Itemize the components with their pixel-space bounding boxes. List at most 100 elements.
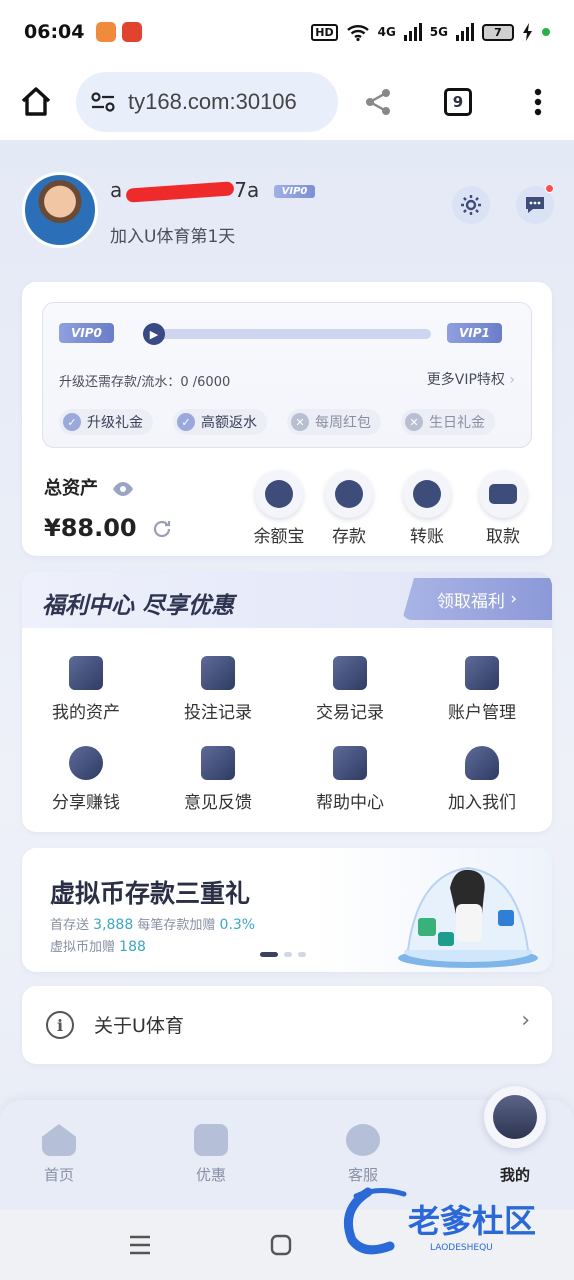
promo-value: 3,888 — [93, 917, 134, 933]
action-yuebao[interactable]: 余额宝 — [244, 470, 314, 547]
action-label: 取款 — [486, 527, 520, 547]
menu-label: 账户管理 — [448, 703, 516, 723]
carousel-dot[interactable] — [298, 952, 306, 957]
tab-label: 我的 — [499, 1166, 530, 1184]
perk-rebate[interactable]: ✓ 高额返水 — [173, 409, 267, 435]
menu-help-center[interactable]: 帮助中心 — [290, 746, 410, 813]
chat-icon — [526, 197, 544, 213]
chevron-right-icon: › — [509, 372, 515, 388]
more-menu-icon[interactable] — [534, 88, 542, 116]
status-time: 06:04 — [24, 21, 85, 43]
menu-label: 加入我们 — [448, 793, 516, 813]
menu-share-earn[interactable]: 分享赚钱 — [26, 746, 146, 813]
profile-header: a 7a VIP0 加入U体育第1天 — [22, 172, 554, 252]
messages-button[interactable] — [516, 184, 554, 224]
action-transfer[interactable]: 转账 — [392, 470, 462, 547]
perk-weekly-redpacket[interactable]: ✕ 每周红包 — [287, 409, 381, 435]
carousel-dot-active[interactable] — [260, 952, 278, 957]
promo-line-2: 虚拟币加赠 188 — [50, 936, 146, 955]
share-icon[interactable] — [362, 86, 394, 118]
eye-icon[interactable] — [112, 481, 134, 497]
edit-icon — [201, 746, 235, 780]
more-vip-label[interactable]: 更多VIP特权 — [427, 372, 505, 388]
help-book-icon — [333, 746, 367, 780]
balance-amount: ¥88.00 — [44, 514, 137, 542]
coins-icon — [255, 470, 303, 518]
about-row[interactable]: i 关于U体育 › — [22, 986, 552, 1064]
menu-join-us[interactable]: 加入我们 — [422, 746, 542, 813]
menu-bet-records[interactable]: 投注记录 — [158, 656, 278, 723]
site-settings-icon[interactable] — [90, 91, 116, 113]
promo-banner[interactable]: 虚拟币存款三重礼 首存送 3,888 每笔存款加赠 0.3% 虚拟币加赠 188 — [22, 848, 552, 972]
cross-icon: ✕ — [405, 413, 423, 431]
status-indicators: HD 4G 5G 7 — [311, 23, 550, 41]
menu-my-assets[interactable]: 我的资产 — [26, 656, 146, 723]
wallet-icon — [69, 656, 103, 690]
gear-icon — [461, 195, 481, 215]
claim-label[interactable]: 领取福利 — [437, 587, 505, 612]
settings-button[interactable] — [452, 186, 490, 224]
menu-label: 交易记录 — [316, 703, 384, 723]
carousel-indicator — [260, 952, 306, 957]
more-vip-link[interactable]: 更多VIP特权 › — [427, 369, 515, 389]
menu-account-management[interactable]: 账户管理 — [422, 656, 542, 723]
recent-apps-icon[interactable] — [128, 1234, 152, 1256]
vip-perks: ✓ 升级礼金 ✓ 高额返水 ✕ 每周红包 ✕ 生日礼金 — [59, 409, 495, 435]
action-label: 转账 — [410, 527, 444, 547]
coupon-icon — [194, 1124, 228, 1156]
welfare-center-card: 福利中心 尽享优惠 领取福利 › 我的资产 投注记录 交易记录 账户管理 分享赚… — [22, 572, 552, 832]
tab-switcher-button[interactable]: 9 — [444, 88, 472, 116]
profile-tab-bubble[interactable] — [484, 1086, 546, 1148]
avatar[interactable] — [22, 172, 98, 248]
tab-home[interactable]: 首页 — [14, 1124, 104, 1185]
action-withdraw[interactable]: 取款 — [468, 470, 538, 547]
redaction-mark — [125, 180, 235, 203]
charging-icon — [523, 23, 532, 41]
watermark-text: 老爹杜区 — [408, 1202, 536, 1240]
promo-line-1: 首存送 3,888 每笔存款加赠 0.3% — [50, 914, 255, 933]
action-label: 余额宝 — [253, 527, 305, 547]
notification-dot — [545, 184, 554, 193]
home-nav-icon[interactable] — [270, 1234, 292, 1256]
vip-progress-panel: VIP0 ▶ VIP1 升级还需存款/流水：0 /6000 更多VIP特权 › … — [42, 302, 532, 448]
menu-label: 我的资产 — [52, 703, 120, 723]
promo-text: 虚拟币加赠 — [50, 940, 116, 955]
action-label: 存款 — [332, 527, 366, 547]
perk-birthday-bonus[interactable]: ✕ 生日礼金 — [401, 409, 495, 435]
chevron-right-icon: › — [510, 589, 518, 609]
menu-label: 投注记录 — [184, 703, 252, 723]
promo-text: 首存送 — [50, 918, 90, 933]
promo-illustration — [398, 866, 538, 968]
transfer-icon — [403, 470, 451, 518]
menu-transaction-records[interactable]: 交易记录 — [290, 656, 410, 723]
perk-label: 生日礼金 — [429, 415, 485, 431]
status-bar: 06:04 HD 4G 5G 7 — [0, 0, 574, 64]
hd-indicator: HD — [311, 23, 338, 41]
perk-label: 高额返水 — [201, 415, 257, 431]
video-app-icon — [122, 22, 143, 42]
url-text[interactable]: ty168.com:30106 — [128, 89, 297, 115]
cross-icon: ✕ — [291, 413, 309, 431]
refresh-icon[interactable] — [151, 518, 173, 540]
promo-value: 188 — [119, 939, 146, 955]
menu-label: 分享赚钱 — [52, 793, 120, 813]
vip-next-tag: VIP1 — [447, 323, 502, 343]
home-icon[interactable] — [18, 84, 54, 120]
total-assets-label: 总资产 — [44, 474, 134, 500]
watermark-subtext: LAODESHEQU — [430, 1243, 493, 1253]
address-bar[interactable]: ty168.com:30106 — [76, 72, 338, 132]
action-deposit[interactable]: 存款 — [314, 470, 384, 547]
user-icon — [493, 1095, 537, 1139]
menu-feedback[interactable]: 意见反馈 — [158, 746, 278, 813]
claim-welfare-button[interactable]: 领取福利 › — [402, 578, 552, 620]
vip-badge: VIP0 — [273, 185, 316, 198]
tab-customer-service[interactable]: 客服 — [318, 1124, 408, 1185]
username-prefix: a — [110, 178, 123, 202]
promo-value: 0.3% — [219, 917, 256, 933]
tab-promotions[interactable]: 优惠 — [166, 1124, 256, 1185]
tab-mine[interactable]: 我的 — [470, 1156, 560, 1185]
tab-label: 客服 — [347, 1166, 378, 1184]
carousel-dot[interactable] — [284, 952, 292, 957]
menu-label: 帮助中心 — [316, 793, 384, 813]
perk-upgrade-bonus[interactable]: ✓ 升级礼金 — [59, 409, 153, 435]
